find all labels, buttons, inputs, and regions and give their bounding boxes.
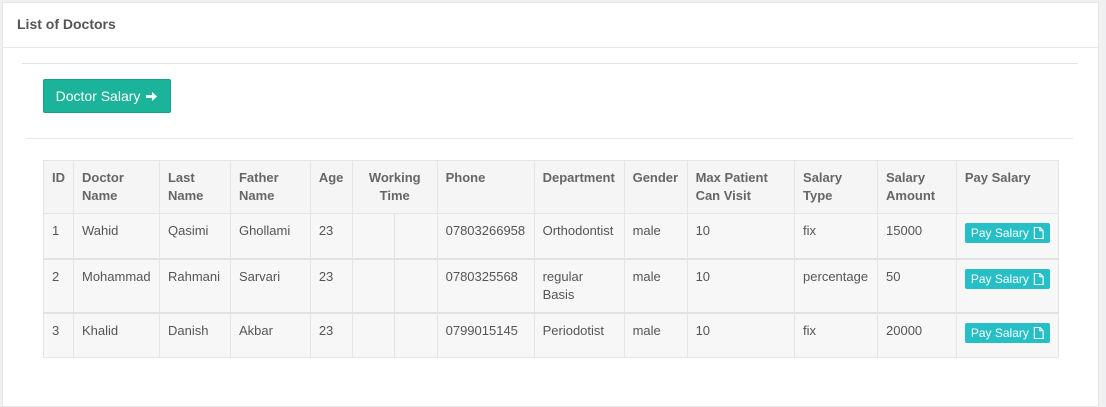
cell-working-time <box>351 257 438 313</box>
cell-salary-type: fix <box>794 213 879 259</box>
cell-phone: 0799015145 <box>436 311 535 358</box>
file-icon <box>1033 326 1044 339</box>
header-salary-amount: Salary Amount <box>877 160 957 214</box>
cell-max-patient: 10 <box>686 311 796 358</box>
cell-phone: 0780325568 <box>436 257 535 313</box>
cell-id: 2 <box>43 257 74 313</box>
cell-age: 23 <box>309 311 353 358</box>
cell-id: 1 <box>43 213 74 259</box>
cell-max-patient: 10 <box>686 213 796 259</box>
doctor-salary-label: Doctor Salary <box>55 88 141 104</box>
cell-salary-type: percentage <box>794 257 879 313</box>
table-header-row: ID Doctor Name Last Name Father Name Age… <box>43 160 1060 214</box>
table-row: 2 Mohammad Rahmani Sarvari 23 0780325568… <box>43 257 1060 313</box>
divider <box>22 63 1078 64</box>
cell-last-name: Rahmani <box>158 257 231 313</box>
file-icon <box>1033 227 1044 239</box>
doctor-salary-button[interactable]: Doctor Salary <box>43 79 171 113</box>
header-gender: Gender <box>623 160 688 214</box>
panel-heading: List of Doctors <box>3 3 1098 48</box>
pay-salary-label: Pay Salary <box>970 271 1029 286</box>
cell-salary-amount: 50 <box>877 257 957 313</box>
header-pay-salary: Pay Salary <box>955 160 1060 214</box>
doctors-panel: List of Doctors Doctor Salary ID Doctor … <box>2 2 1099 407</box>
header-working-time: Working Time <box>351 160 438 214</box>
panel-title: List of Doctors <box>17 16 116 32</box>
header-last-name: Last Name <box>158 160 231 214</box>
cell-gender: male <box>623 257 688 313</box>
table-row: 3 Khalid Danish Akbar 23 0799015145 Peri… <box>43 311 1060 358</box>
cell-working-time <box>351 311 438 358</box>
doctors-table: ID Doctor Name Last Name Father Name Age… <box>43 160 1060 358</box>
cell-pay-salary: Pay Salary <box>955 257 1060 313</box>
cell-pay-salary: Pay Salary <box>955 311 1060 358</box>
header-phone: Phone <box>436 160 535 214</box>
cell-father-name: Ghollami <box>229 213 311 259</box>
pay-salary-button[interactable]: Pay Salary <box>964 223 1050 243</box>
pay-salary-button[interactable]: Pay Salary <box>964 268 1050 289</box>
arrow-right-icon <box>146 91 158 101</box>
cell-salary-amount: 20000 <box>877 311 957 358</box>
cell-max-patient: 10 <box>686 257 796 313</box>
header-department: Department <box>533 160 625 214</box>
cell-gender: male <box>623 311 688 358</box>
cell-gender: male <box>623 213 688 259</box>
cell-last-name: Qasimi <box>158 213 231 259</box>
table-row: 1 Wahid Qasimi Ghollami 23 07803266958 O… <box>43 213 1060 259</box>
pay-salary-button[interactable]: Pay Salary <box>964 322 1050 343</box>
cell-age: 23 <box>309 257 353 313</box>
header-doctor-name: Doctor Name <box>73 160 160 214</box>
cell-id: 3 <box>43 311 74 358</box>
cell-father-name: Sarvari <box>229 257 311 313</box>
cell-father-name: Akbar <box>229 311 311 358</box>
cell-last-name: Danish <box>158 311 231 358</box>
header-max-patient: Max Patient Can Visit <box>686 160 796 214</box>
divider <box>27 138 1073 139</box>
cell-doctor-name: Mohammad <box>73 257 160 313</box>
pay-salary-label: Pay Salary <box>970 325 1029 340</box>
cell-salary-type: fix <box>794 311 879 358</box>
cell-department: regular Basis <box>533 257 625 313</box>
file-icon <box>1033 272 1044 285</box>
header-id: ID <box>43 160 74 214</box>
header-age: Age <box>309 160 353 214</box>
cell-doctor-name: Khalid <box>73 311 160 358</box>
pay-salary-label: Pay Salary <box>970 226 1029 240</box>
cell-phone: 07803266958 <box>436 213 535 259</box>
cell-department: Periodotist <box>533 311 625 358</box>
cell-doctor-name: Wahid <box>73 213 160 259</box>
cell-working-time <box>351 213 438 259</box>
cell-department: Orthodontist <box>533 213 625 259</box>
cell-age: 23 <box>309 213 353 259</box>
header-father-name: Father Name <box>229 160 311 214</box>
cell-salary-amount: 15000 <box>877 213 957 259</box>
cell-pay-salary: Pay Salary <box>955 213 1060 259</box>
header-salary-type: Salary Type <box>794 160 879 214</box>
